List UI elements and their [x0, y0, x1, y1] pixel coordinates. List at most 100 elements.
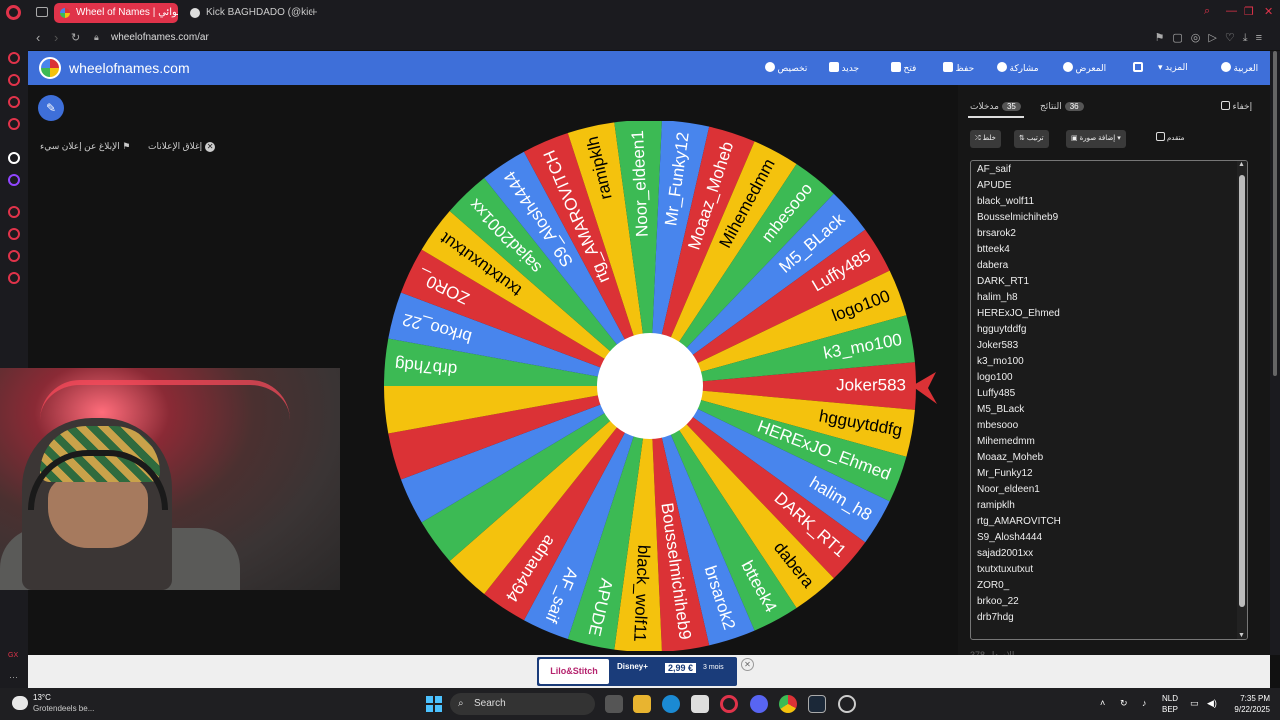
entry-item[interactable]: dabera: [977, 260, 1008, 271]
clock[interactable]: 7:35 PM 9/22/2025: [1226, 693, 1270, 715]
back-icon[interactable]: ‹: [36, 30, 40, 45]
close-window-icon[interactable]: ✕: [1264, 5, 1273, 18]
clock-icon[interactable]: [8, 228, 20, 240]
shuffle-button[interactable]: ⤮ خلط: [970, 130, 1001, 148]
entry-item[interactable]: Mihemedmm: [977, 436, 1035, 447]
entry-item[interactable]: btteek4: [977, 244, 1010, 255]
steam-icon[interactable]: [808, 695, 826, 713]
entry-item[interactable]: k3_mo100: [977, 356, 1024, 367]
network-icon[interactable]: ▭: [1190, 698, 1199, 709]
sort-button[interactable]: ⇅ ترتيب: [1014, 130, 1049, 148]
edit-button[interactable]: ✎: [38, 95, 64, 121]
nav-save[interactable]: حفظ: [938, 62, 974, 74]
history-icon[interactable]: [8, 52, 20, 64]
weather-desc[interactable]: Grotendeels be...: [33, 704, 94, 713]
messenger-icon[interactable]: [8, 96, 20, 108]
scroll-up-icon[interactable]: ▲: [1238, 161, 1245, 168]
opera-logo-icon[interactable]: [6, 5, 21, 20]
pin-icon[interactable]: [8, 250, 20, 262]
reload-icon[interactable]: ↻: [71, 31, 80, 44]
tab-entries[interactable]: مدخلات 35: [970, 101, 1021, 112]
report-ad-link[interactable]: الإبلاغ عن إعلان سيء ⚑: [40, 141, 130, 152]
entry-item[interactable]: Mr_Funky12: [977, 468, 1033, 479]
entry-item[interactable]: rtg_AMAROVITCH: [977, 516, 1061, 527]
new-tab-icon[interactable]: +: [310, 4, 318, 19]
gx-icon[interactable]: GX: [8, 652, 18, 659]
entry-item[interactable]: ramipklh: [977, 500, 1015, 511]
chrome-icon[interactable]: [779, 695, 797, 713]
entry-item[interactable]: brsarok2: [977, 228, 1016, 239]
scroll-down-icon[interactable]: ▼: [1238, 632, 1245, 639]
entry-item[interactable]: DARK_RT1: [977, 276, 1029, 287]
entry-item[interactable]: AF_saif: [977, 164, 1011, 175]
url-field[interactable]: wheelofnames.com/ar: [111, 32, 209, 43]
ad-close-icon[interactable]: ✕: [741, 658, 754, 671]
entry-item[interactable]: Noor_eldeen1: [977, 484, 1040, 495]
entry-item[interactable]: mbesooo: [977, 420, 1018, 431]
entry-item[interactable]: Luffy485: [977, 388, 1015, 399]
entries-textarea[interactable]: ▲ ▼ AF_saif APUDE black_wolf11 Bousselmichi…: [970, 160, 1248, 640]
nav-language[interactable]: العربية: [1216, 62, 1258, 74]
fullscreen-button[interactable]: [1128, 62, 1143, 73]
edge-icon[interactable]: [662, 695, 680, 713]
entry-item[interactable]: txutxtuxutxut: [977, 564, 1033, 575]
task-view-icon[interactable]: [605, 695, 623, 713]
entry-item[interactable]: ZOR0_: [977, 580, 1009, 591]
tab-wheel-of-names[interactable]: Wheel of Names | عشوائي: [54, 3, 178, 23]
entry-item[interactable]: logo100: [977, 372, 1013, 383]
nav-gallery[interactable]: المعرض: [1058, 62, 1106, 74]
sync-icon[interactable]: ↻: [1120, 698, 1128, 709]
entry-item[interactable]: M5_BLack: [977, 404, 1024, 415]
opera-gx-icon[interactable]: [720, 695, 738, 713]
language-indicator[interactable]: NLD BEP: [1162, 693, 1178, 715]
toolbar-icons[interactable]: ⚑▢◎▷♡⤓≡: [1155, 31, 1270, 45]
file-explorer-icon[interactable]: [633, 695, 651, 713]
start-icon[interactable]: [426, 696, 442, 712]
close-ads-link[interactable]: إغلاق الإعلانات ✕: [148, 141, 216, 152]
nav-more[interactable]: ▾ المزيد: [1158, 62, 1188, 73]
ad-banner[interactable]: Lilo&Stitch Disney+ 2,99 € 3 mois: [537, 657, 737, 686]
workspaces-icon[interactable]: [36, 7, 48, 17]
hide-checkbox[interactable]: [1221, 101, 1230, 110]
wheel-center[interactable]: [597, 333, 703, 439]
weather-temp[interactable]: 13°C: [33, 693, 51, 702]
entry-item[interactable]: Joker583: [977, 340, 1018, 351]
bag-icon[interactable]: [8, 74, 20, 86]
page-scrollbar-thumb[interactable]: [1273, 51, 1277, 376]
mic-icon[interactable]: ♪: [1142, 698, 1147, 709]
entry-item[interactable]: sajad2001xx: [977, 548, 1033, 559]
entry-item[interactable]: black_wolf11: [977, 196, 1034, 207]
entry-item[interactable]: S9_Alosh4444: [977, 532, 1042, 543]
nav-share[interactable]: مشاركة: [992, 62, 1039, 74]
minimize-icon[interactable]: —: [1226, 5, 1237, 17]
entry-item[interactable]: drb7hdg: [977, 612, 1014, 623]
scrollbar-thumb[interactable]: [1239, 175, 1245, 607]
store-icon[interactable]: [691, 695, 709, 713]
obs-icon[interactable]: [838, 695, 856, 713]
entry-item[interactable]: halim_h8: [977, 292, 1018, 303]
search-tabs-icon[interactable]: ⌕: [1204, 5, 1210, 18]
wheel-logo-icon[interactable]: [39, 57, 61, 79]
wheel[interactable]: Joker583hgguytddfgHERExJO_Ehmedhalim_h8D…: [384, 121, 944, 651]
advanced-toggle[interactable]: متقدم: [1148, 130, 1189, 148]
entry-item[interactable]: Bousselmichiheb9: [977, 212, 1058, 223]
page-scrollbar[interactable]: [1270, 51, 1280, 655]
taskbar-search[interactable]: ⌕ Search: [450, 693, 595, 715]
hide-toggle[interactable]: إخفاء: [1218, 101, 1252, 112]
tab-results[interactable]: النتائج 36: [1040, 101, 1084, 112]
volume-icon[interactable]: ◀): [1207, 698, 1217, 709]
site-name[interactable]: wheelofnames.com: [69, 60, 190, 76]
entry-item[interactable]: APUDE: [977, 180, 1011, 191]
entry-item[interactable]: HERExJO_Ehmed: [977, 308, 1060, 319]
tab-kick[interactable]: Kick BAGHDADO (@kick...: [184, 3, 312, 23]
twitch-icon[interactable]: [8, 174, 20, 186]
kick-icon[interactable]: [8, 152, 20, 164]
maximize-icon[interactable]: ❐: [1244, 5, 1254, 18]
more-icon[interactable]: ···: [9, 672, 18, 682]
settings-icon[interactable]: [8, 272, 20, 284]
forward-icon[interactable]: ›: [54, 30, 58, 45]
add-image-button[interactable]: ▣ إضافة صورة ▾: [1066, 130, 1126, 148]
tray-overflow-icon[interactable]: ˄: [1100, 698, 1105, 709]
entries-scrollbar[interactable]: ▲ ▼: [1237, 161, 1247, 639]
discord-icon[interactable]: [750, 695, 768, 713]
